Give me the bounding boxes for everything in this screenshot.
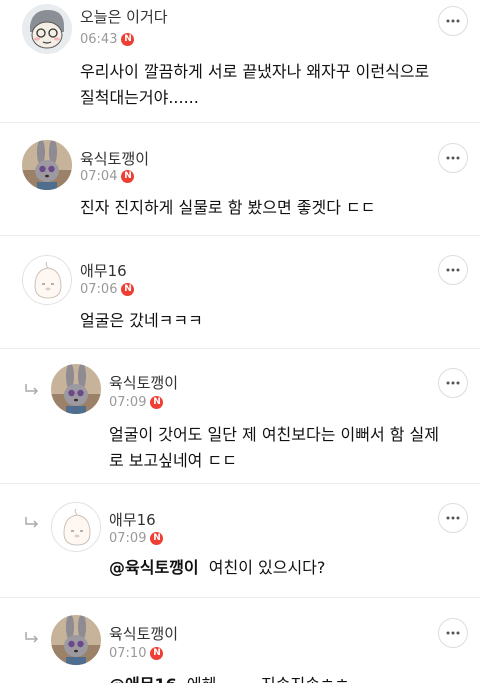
comment-author[interactable]: 오늘은 이거다 <box>80 6 168 27</box>
comment-time: 06:43 N <box>80 32 135 47</box>
more-options-button[interactable] <box>438 618 468 648</box>
more-options-icon <box>446 631 460 635</box>
new-badge-icon: N <box>150 647 164 660</box>
peach-avatar-icon <box>23 256 71 304</box>
comment-text: @애무16 에헤...ㅡㅡ지송지송ㅎㅎ <box>109 672 469 683</box>
more-options-button[interactable] <box>438 368 468 398</box>
comment-item: 오늘은 이거다 06:43 N 우리사이 깔끔하게 서로 끝냈자나 왜자꾸 이런… <box>0 0 480 123</box>
new-badge-icon: N <box>150 532 164 545</box>
cartoon-face-avatar-icon <box>22 4 72 54</box>
comment-text: 얼굴이 갓어도 일단 제 여친보다는 이뻐서 함 실제 로 보고싶네여 ㄷㄷ <box>109 422 469 474</box>
comment-text-line: 진자 진지하게 실물로 함 봤으면 좋겟다 ㄷㄷ <box>80 198 376 217</box>
rabbit-avatar-icon <box>51 364 101 414</box>
comment-time-text: 07:10 <box>109 646 147 661</box>
more-options-button[interactable] <box>438 143 468 173</box>
comment-time: 07:06 N <box>80 282 135 297</box>
comment-text-line: 우리사이 깔끔하게 서로 끝냈자나 왜자꾸 이런식으로 <box>80 62 430 81</box>
comment-text-line: 로 보고싶네여 ㄷㄷ <box>109 451 237 470</box>
avatar[interactable] <box>22 140 72 190</box>
comment-text: 얼굴은 갔네ㅋㅋㅋ <box>80 308 460 334</box>
reply-arrow-icon <box>25 632 39 643</box>
more-options-icon <box>446 268 460 272</box>
new-badge-icon: N <box>121 33 135 46</box>
comment-text-line: 여친이 있으시다? <box>208 558 326 577</box>
avatar[interactable] <box>51 615 101 665</box>
avatar[interactable] <box>22 255 72 305</box>
more-options-icon <box>446 381 460 385</box>
more-options-icon <box>446 19 460 23</box>
comment-author[interactable]: 육식토깽이 <box>109 372 178 393</box>
mention-link[interactable]: @육식토깽이 <box>109 558 199 577</box>
reply-item: 육식토깽이 07:10 N @애무16 에헤...ㅡㅡ지송지송ㅎㅎ <box>0 598 480 683</box>
more-options-button[interactable] <box>438 503 468 533</box>
mention-link[interactable]: @애무16 <box>109 675 177 683</box>
more-options-button[interactable] <box>438 255 468 285</box>
reply-item: 애무16 07:09 N @육식토깽이 여친이 있으시다? <box>0 484 480 598</box>
more-options-icon <box>446 156 460 160</box>
comment-time-text: 07:04 <box>80 169 118 184</box>
comment-text: 진자 진지하게 실물로 함 봤으면 좋겟다 ㄷㄷ <box>80 195 460 221</box>
comment-author[interactable]: 애무16 <box>80 260 127 281</box>
reply-item: 육식토깽이 07:09 N 얼굴이 갓어도 일단 제 여친보다는 이뻐서 함 실… <box>0 349 480 484</box>
comment-author[interactable]: 육식토깽이 <box>109 623 178 644</box>
comment-time: 07:09 N <box>109 531 164 546</box>
avatar[interactable] <box>51 502 101 552</box>
comment-author[interactable]: 육식토깽이 <box>80 148 149 169</box>
reply-arrow-icon <box>25 384 39 395</box>
avatar[interactable] <box>22 4 72 54</box>
comment-item: 육식토깽이 07:04 N 진자 진지하게 실물로 함 봤으면 좋겟다 ㄷㄷ <box>0 123 480 236</box>
rabbit-avatar-icon <box>22 140 72 190</box>
comment-text-line: 얼굴이 갓어도 일단 제 여친보다는 이뻐서 함 실제 <box>109 425 440 444</box>
rabbit-avatar-icon <box>51 615 101 665</box>
comment-time-text: 07:06 <box>80 282 118 297</box>
comment-time-text: 06:43 <box>80 32 118 47</box>
more-options-button[interactable] <box>438 6 468 36</box>
comment-time-text: 07:09 <box>109 531 147 546</box>
comment-text-line: 에헤...ㅡㅡ지송지송ㅎㅎ <box>187 675 349 683</box>
peach-avatar-icon <box>52 503 100 551</box>
comment-time-text: 07:09 <box>109 395 147 410</box>
comment-time: 07:10 N <box>109 646 164 661</box>
new-badge-icon: N <box>150 396 164 409</box>
comment-item: 애무16 07:06 N 얼굴은 갔네ㅋㅋㅋ <box>0 236 480 349</box>
comment-text-line: 질척대는거야...... <box>80 88 199 107</box>
comment-author[interactable]: 애무16 <box>109 509 156 530</box>
new-badge-icon: N <box>121 283 135 296</box>
comment-text: @육식토깽이 여친이 있으시다? <box>109 555 469 581</box>
comment-text: 우리사이 깔끔하게 서로 끝냈자나 왜자꾸 이런식으로 질척대는거야...... <box>80 59 460 111</box>
avatar[interactable] <box>51 364 101 414</box>
comment-text-line: 얼굴은 갔네ㅋㅋㅋ <box>80 311 203 330</box>
new-badge-icon: N <box>121 170 135 183</box>
comment-time: 07:09 N <box>109 395 164 410</box>
comment-time: 07:04 N <box>80 169 135 184</box>
reply-arrow-icon <box>25 517 39 528</box>
more-options-icon <box>446 516 460 520</box>
